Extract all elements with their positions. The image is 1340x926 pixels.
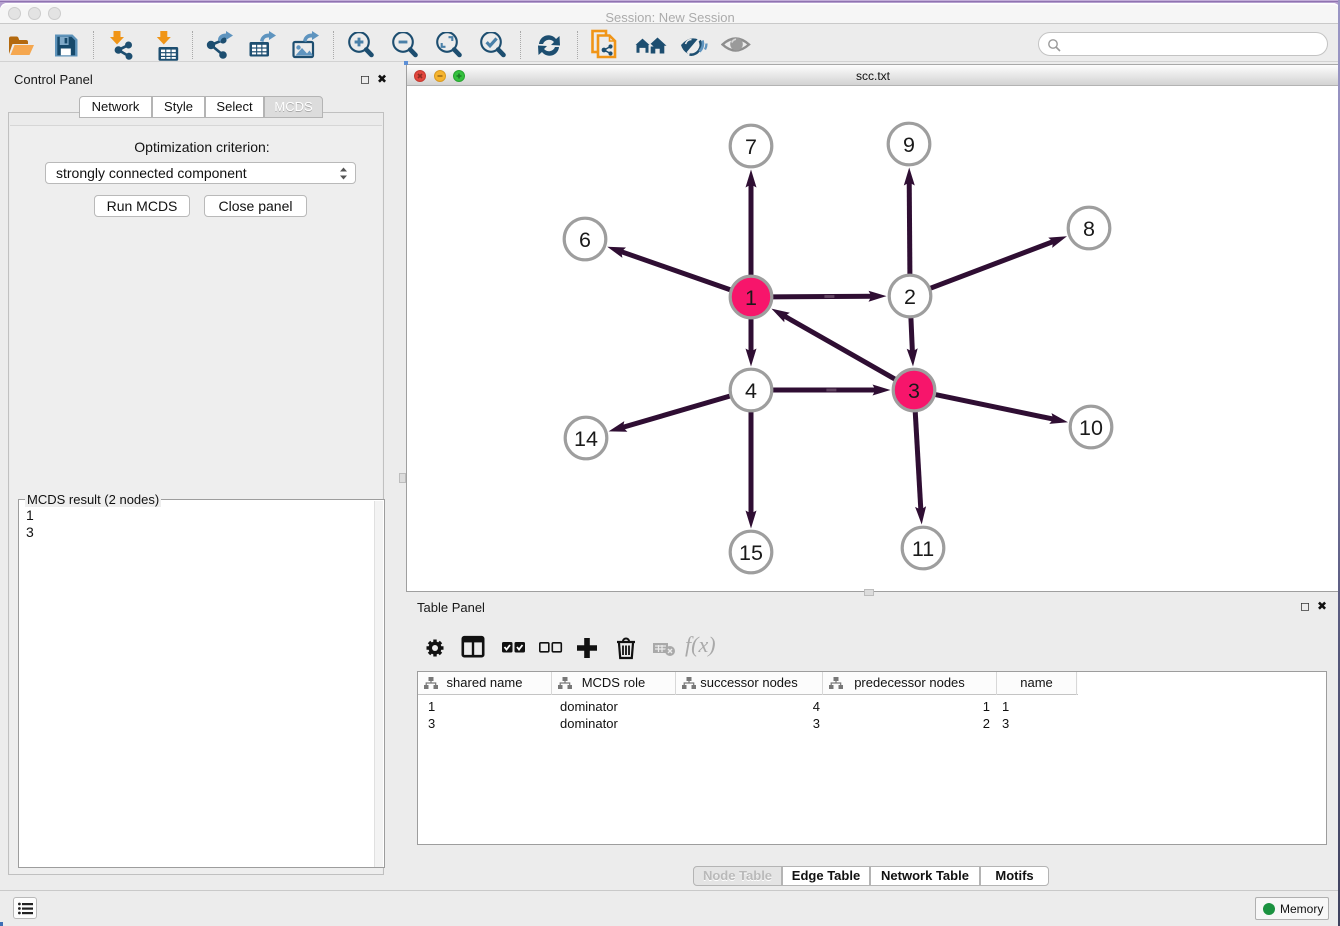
svg-text:6: 6 — [579, 228, 591, 252]
svg-text:14: 14 — [574, 427, 598, 451]
svg-text:4: 4 — [745, 379, 757, 403]
svg-text:2: 2 — [904, 285, 916, 309]
svg-text:9: 9 — [903, 133, 915, 157]
svg-text:8: 8 — [1083, 217, 1095, 241]
svg-text:10: 10 — [1079, 416, 1103, 440]
svg-text:1: 1 — [745, 286, 757, 310]
svg-text:3: 3 — [908, 379, 920, 403]
svg-text:11: 11 — [912, 537, 934, 561]
svg-text:15: 15 — [739, 541, 763, 565]
svg-text:7: 7 — [745, 135, 757, 159]
